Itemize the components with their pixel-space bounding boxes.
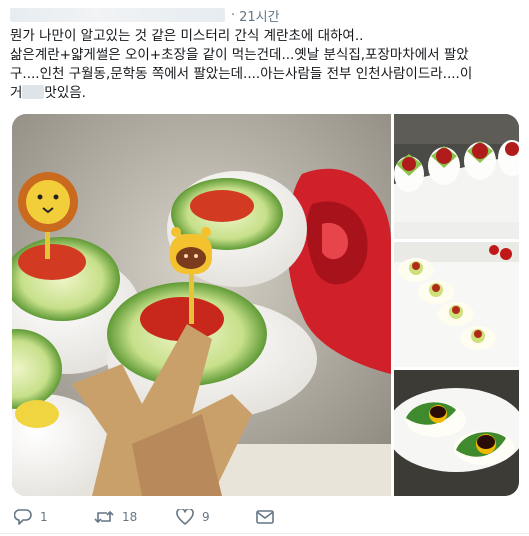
like-button[interactable]: 9	[176, 509, 210, 525]
tweet-text-fragment: 맛있음.	[44, 85, 86, 101]
author-name-redacted	[10, 8, 225, 22]
photo-egg-cucumber-main[interactable]	[12, 114, 391, 496]
retweet-count: 18	[122, 510, 138, 524]
tweet-text-line: 구....인천 구월동,문학동 쪽에서 팔았는데....아는사람들 전부 인천사…	[10, 66, 473, 82]
tweet-text-line: 삶은계란+얇게썰은 오이+초장을 같이 먹는건데...옛날 분식집,포장마차에서…	[10, 47, 469, 63]
retweet-button[interactable]: 18	[94, 509, 137, 525]
tweet-text: 뭔가 나만이 알고있는 것 같은 미스터리 간식 계란초에 대하여.. 삶은계란…	[10, 27, 522, 103]
divider	[0, 533, 529, 534]
reply-button[interactable]: 1	[14, 509, 48, 525]
like-count: 9	[202, 510, 210, 524]
reply-icon	[14, 509, 32, 525]
direct-message-button[interactable]	[256, 510, 282, 524]
direct-message-icon	[256, 510, 274, 524]
tweet-text-fragment: 거	[10, 85, 23, 101]
retweet-icon	[94, 510, 114, 524]
tweet-text-line: 뭔가 나만이 알고있는 것 같은 미스터리 간식 계란초에 대하여..	[10, 28, 364, 44]
tweet-text-line: 거 맛있음.	[10, 84, 522, 103]
tweet-timestamp[interactable]: 21시간	[239, 6, 279, 25]
header-separator: ·	[231, 7, 236, 23]
tweet-media-grid[interactable]	[12, 114, 519, 496]
reply-count: 1	[40, 510, 48, 524]
like-icon	[176, 509, 194, 525]
photo-egg-plate-bottom[interactable]	[394, 370, 519, 496]
tweet-header: · 21시간	[10, 6, 280, 25]
photo-egg-plate-middle[interactable]	[394, 242, 519, 367]
redacted-text	[22, 85, 45, 99]
photo-egg-plate-top[interactable]	[394, 114, 519, 239]
tweet-actions: 1 18 9	[12, 507, 512, 527]
